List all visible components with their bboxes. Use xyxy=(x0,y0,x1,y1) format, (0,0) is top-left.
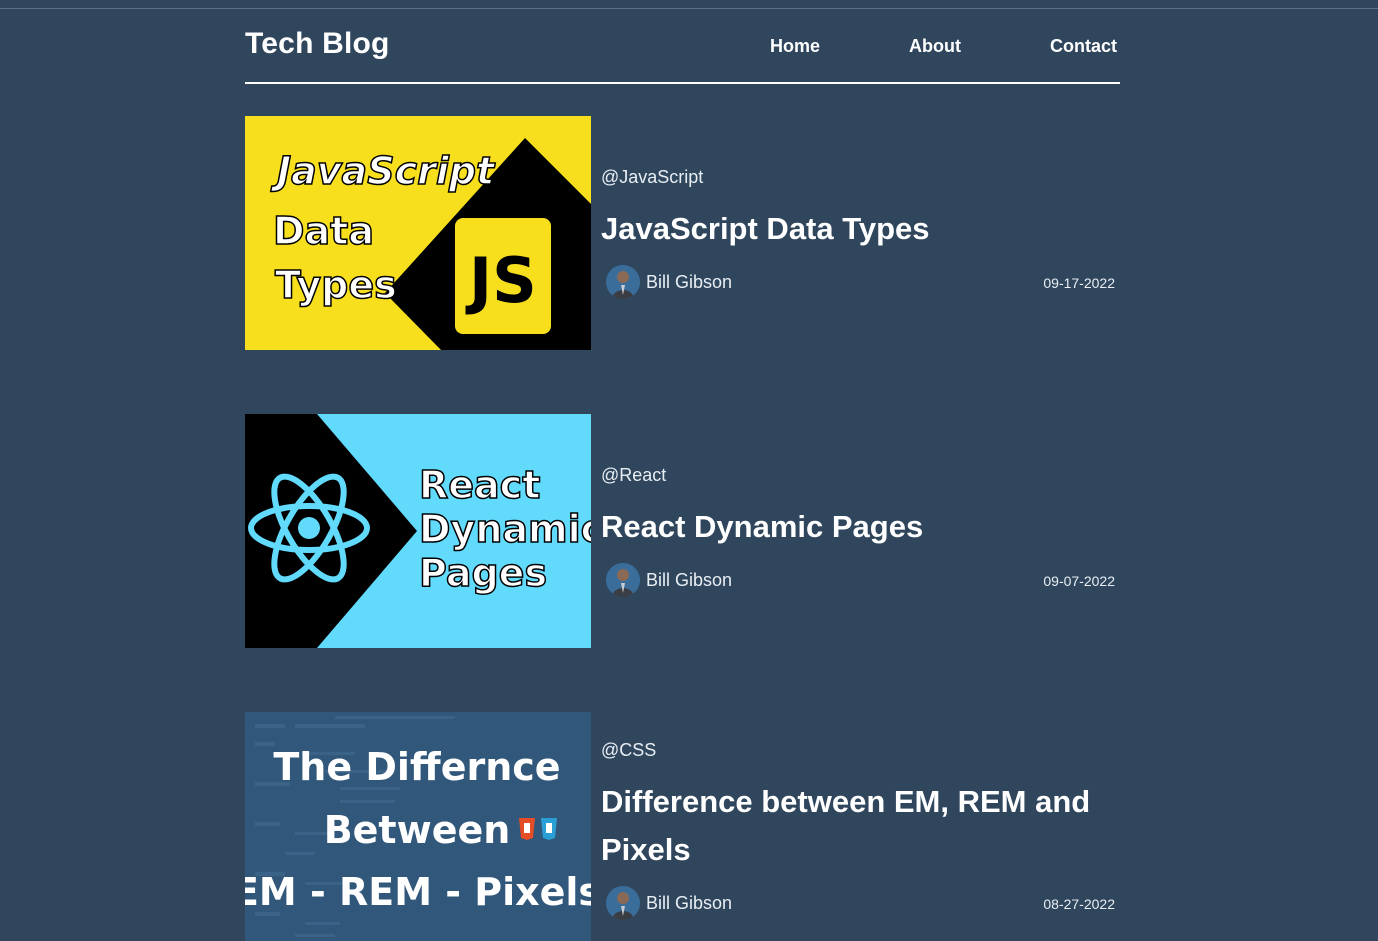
thumb-text: JavaScript xyxy=(270,149,496,193)
thumb-text: The Differnce xyxy=(273,745,560,789)
post-title[interactable]: JavaScript Data Types xyxy=(601,205,1120,253)
author-avatar xyxy=(606,563,640,597)
post-thumbnail[interactable]: JavaScript Data Types JS xyxy=(245,116,591,350)
post-tag[interactable]: @React xyxy=(601,465,666,486)
post-title[interactable]: Difference between EM, REM and Pixels xyxy=(601,778,1120,874)
nav-link-home[interactable]: Home xyxy=(770,36,820,57)
js-logo-text: JS xyxy=(465,244,537,317)
nav-link-contact[interactable]: Contact xyxy=(1050,36,1117,57)
author-avatar xyxy=(606,886,640,920)
post-info: @CSS Difference between EM, REM and Pixe… xyxy=(601,712,1120,941)
css-thumbnail-image: The Differnce Between EM - REM - Pixels xyxy=(245,712,591,941)
author-name[interactable]: Bill Gibson xyxy=(646,272,732,293)
post-info: @React React Dynamic Pages Bill Gibson 0… xyxy=(601,414,1120,648)
thumb-text: Data xyxy=(273,209,374,253)
html5-icon xyxy=(519,818,535,840)
post-meta: Bill Gibson 09-17-2022 xyxy=(601,265,1115,301)
thumb-text: EM - REM - Pixels xyxy=(245,870,591,914)
window-top-border xyxy=(0,0,1378,9)
post-date: 09-07-2022 xyxy=(1043,573,1115,589)
thumb-text: React xyxy=(419,463,540,507)
react-thumbnail-image: React Dynamic Pages xyxy=(245,414,591,648)
post-card[interactable]: React Dynamic Pages @React React Dynamic… xyxy=(245,414,1120,648)
css3-icon xyxy=(541,818,557,840)
author-avatar xyxy=(606,265,640,299)
thumb-text: Types xyxy=(275,263,397,307)
site-logo[interactable]: Tech Blog xyxy=(245,27,390,61)
nav-link-about[interactable]: About xyxy=(909,36,961,57)
author-name[interactable]: Bill Gibson xyxy=(646,570,732,591)
post-card[interactable]: The Differnce Between EM - REM - Pixels … xyxy=(245,712,1120,941)
post-date: 09-17-2022 xyxy=(1043,275,1115,291)
javascript-thumbnail-image: JavaScript Data Types JS xyxy=(245,116,591,350)
thumb-text: Between xyxy=(324,808,511,852)
thumb-text: Dynamic xyxy=(419,507,591,551)
post-meta: Bill Gibson 08-27-2022 xyxy=(601,886,1115,922)
post-tag[interactable]: @JavaScript xyxy=(601,167,703,188)
post-thumbnail[interactable]: The Differnce Between EM - REM - Pixels xyxy=(245,712,591,941)
post-tag[interactable]: @CSS xyxy=(601,740,656,761)
post-date: 08-27-2022 xyxy=(1043,896,1115,912)
post-card[interactable]: JavaScript Data Types JS @JavaScript Jav… xyxy=(245,116,1120,350)
post-title[interactable]: React Dynamic Pages xyxy=(601,503,1120,551)
author-name[interactable]: Bill Gibson xyxy=(646,893,732,914)
post-meta: Bill Gibson 09-07-2022 xyxy=(601,563,1115,599)
thumb-text: Pages xyxy=(419,551,547,595)
post-info: @JavaScript JavaScript Data Types Bill G… xyxy=(601,116,1120,350)
post-thumbnail[interactable]: React Dynamic Pages xyxy=(245,414,591,648)
site-header: Tech Blog Home About Contact xyxy=(245,9,1120,84)
